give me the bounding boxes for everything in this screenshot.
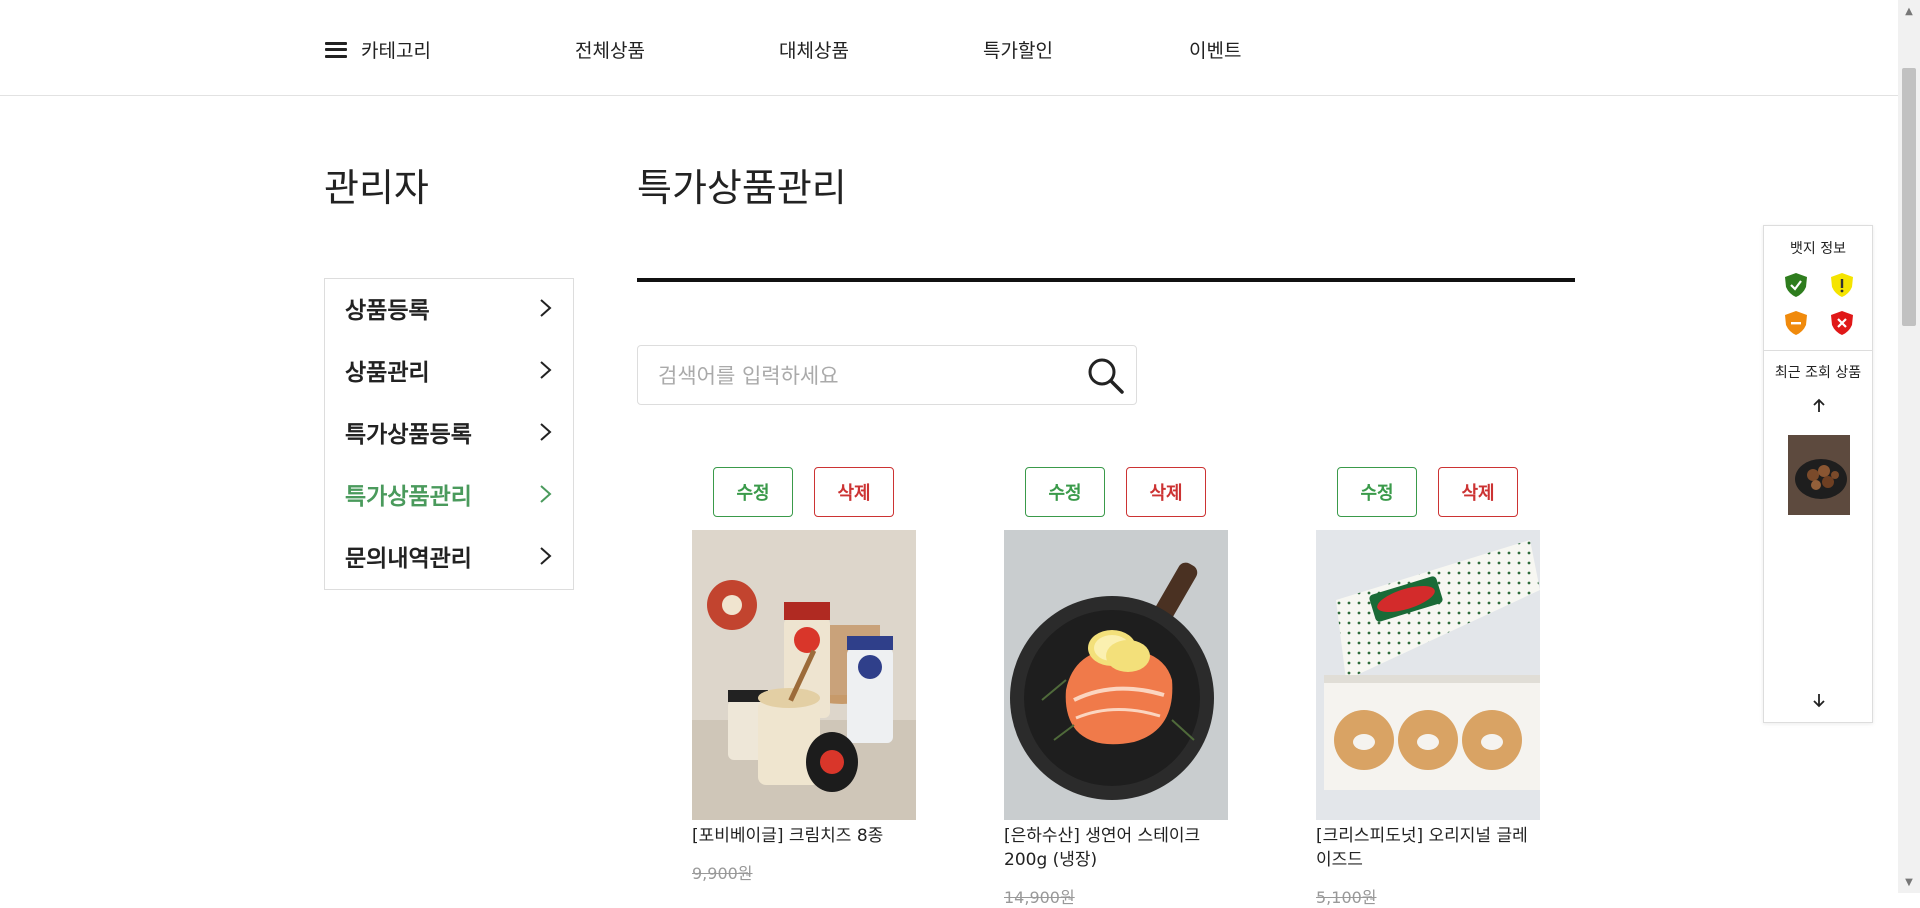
shield-minus-icon (1785, 311, 1807, 335)
product-name[interactable]: [크리스피도넛] 오리지널 글레이즈드 (1316, 824, 1540, 872)
shield-exclamation-icon (1831, 273, 1853, 297)
search-input[interactable] (656, 360, 1060, 392)
sidebar-item-special-manage[interactable]: 특가상품관리 (345, 474, 555, 514)
sidebar-item-product-manage[interactable]: 상품관리 (345, 350, 555, 390)
edit-button[interactable]: 수정 (1025, 467, 1105, 517)
sidebar-item-inquiry-manage[interactable]: 문의내역관리 (345, 536, 555, 576)
recent-product-thumbnail[interactable] (1788, 435, 1850, 515)
product-name[interactable]: [포비베이글] 크림치즈 8종 (692, 824, 916, 848)
search-box (637, 345, 1137, 405)
nav-special-discount[interactable]: 특가할인 (983, 36, 1053, 63)
edit-button[interactable]: 수정 (1337, 467, 1417, 517)
chevron-right-icon (540, 423, 552, 441)
title-divider (637, 278, 1575, 282)
product-name[interactable]: [은하수산] 생연어 스테이크 200g (냉장) (1004, 824, 1228, 872)
panel-divider (1764, 350, 1872, 351)
sidebar-item-label: 문의내역관리 (345, 546, 472, 572)
hamburger-icon (325, 41, 347, 58)
product-image[interactable] (692, 530, 916, 820)
edit-button[interactable]: 수정 (713, 467, 793, 517)
delete-button[interactable]: 삭제 (814, 467, 894, 517)
delete-button[interactable]: 삭제 (1438, 467, 1518, 517)
nav-alternative-products[interactable]: 대체상품 (779, 36, 849, 63)
recent-viewed-title: 최근 조회 상품 (1774, 365, 1862, 381)
sidebar-item-label: 상품관리 (345, 360, 430, 386)
badge-info-title: 뱃지 정보 (1790, 241, 1846, 257)
nav-all-products[interactable]: 전체상품 (575, 36, 645, 63)
chevron-right-icon (540, 361, 552, 379)
arrow-down-icon[interactable] (1809, 690, 1829, 710)
product-image[interactable] (1004, 530, 1228, 820)
sidebar-item-label: 특가상품관리 (345, 484, 472, 510)
top-nav: 카테고리 전체상품 대체상품 특가할인 이벤트 (0, 0, 1898, 96)
product-original-price: 9,900원 (692, 864, 753, 883)
product-original-price: 5,100원 (1316, 888, 1377, 907)
arrow-up-icon[interactable] (1809, 396, 1829, 416)
chevron-right-icon (540, 485, 552, 503)
shield-x-icon (1831, 311, 1853, 335)
scroll-down-arrow-icon[interactable]: ▼ (1898, 871, 1920, 893)
delete-button[interactable]: 삭제 (1126, 467, 1206, 517)
sidebar-item-label: 상품등록 (345, 298, 430, 324)
sidebar-item-product-register[interactable]: 상품등록 (345, 288, 555, 328)
chevron-right-icon (540, 299, 552, 317)
sidebar-item-special-register[interactable]: 특가상품등록 (345, 412, 555, 452)
shield-check-icon (1785, 273, 1807, 297)
scrollbar-thumb[interactable] (1902, 68, 1916, 326)
admin-title: 관리자 (324, 166, 429, 210)
category-menu-button[interactable]: 카테고리 (325, 36, 431, 63)
category-label: 카테고리 (361, 40, 431, 62)
page-scrollbar[interactable]: ▲ ▼ (1898, 0, 1920, 893)
search-icon[interactable] (1084, 354, 1128, 398)
admin-side-menu: 상품등록 상품관리 특가상품등록 특가상품관리 문의내역관리 (324, 278, 574, 590)
nav-event[interactable]: 이벤트 (1189, 36, 1241, 63)
floating-side-panel: 뱃지 정보 최근 조회 상품 (1763, 225, 1873, 723)
scroll-up-arrow-icon[interactable]: ▲ (1898, 0, 1920, 22)
sidebar-item-label: 특가상품등록 (345, 422, 472, 448)
product-image[interactable] (1316, 530, 1540, 820)
page-title: 특가상품관리 (637, 166, 847, 210)
product-original-price: 14,900원 (1004, 888, 1075, 907)
chevron-right-icon (540, 547, 552, 565)
